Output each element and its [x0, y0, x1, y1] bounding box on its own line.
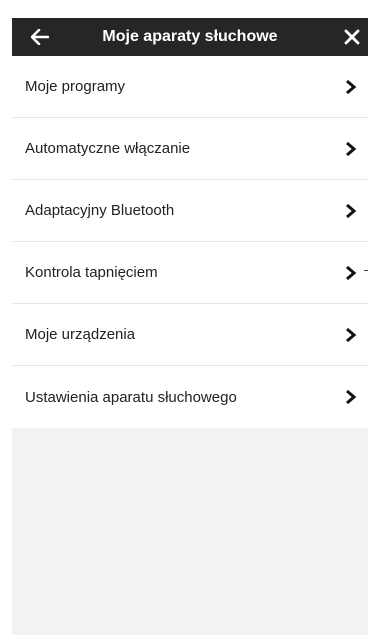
- arrow-left-icon: [31, 29, 49, 45]
- chevron-right-icon: [346, 265, 357, 280]
- chevron-right-icon: [346, 389, 357, 405]
- edge-marker: [364, 270, 368, 271]
- menu-item-label: Moje programy: [25, 78, 126, 95]
- menu-item-label: Automatyczne włączanie: [25, 140, 191, 157]
- menu-item-my-programs[interactable]: Moje programy: [12, 56, 368, 118]
- chevron-right-icon: [346, 327, 357, 342]
- close-button[interactable]: [338, 23, 366, 51]
- app-screen: Moje aparaty słuchowe Moje programy Auto…: [12, 18, 368, 635]
- settings-menu: Moje programy Automatyczne włączanie Ada…: [12, 56, 368, 428]
- page-title: Moje aparaty słuchowe: [102, 28, 278, 45]
- header-bar: Moje aparaty słuchowe: [12, 18, 368, 56]
- back-button[interactable]: [26, 23, 54, 51]
- menu-item-label: Moje urządzenia: [25, 326, 136, 343]
- chevron-right-icon: [346, 141, 357, 156]
- menu-item-hearing-aid-settings[interactable]: Ustawienia aparatu słuchowego: [12, 366, 368, 428]
- menu-item-my-devices[interactable]: Moje urządzenia: [12, 304, 368, 366]
- chevron-right-icon: [346, 79, 357, 94]
- close-icon: [344, 29, 360, 45]
- menu-item-tap-control[interactable]: Kontrola tapnięciem: [12, 242, 368, 304]
- menu-item-label: Kontrola tapnięciem: [25, 264, 158, 281]
- menu-item-auto-on[interactable]: Automatyczne włączanie: [12, 118, 368, 180]
- menu-item-label: Adaptacyjny Bluetooth: [25, 202, 175, 219]
- menu-item-label: Ustawienia aparatu słuchowego: [25, 388, 237, 406]
- chevron-right-icon: [346, 203, 357, 218]
- menu-item-adaptive-bluetooth[interactable]: Adaptacyjny Bluetooth: [12, 180, 368, 242]
